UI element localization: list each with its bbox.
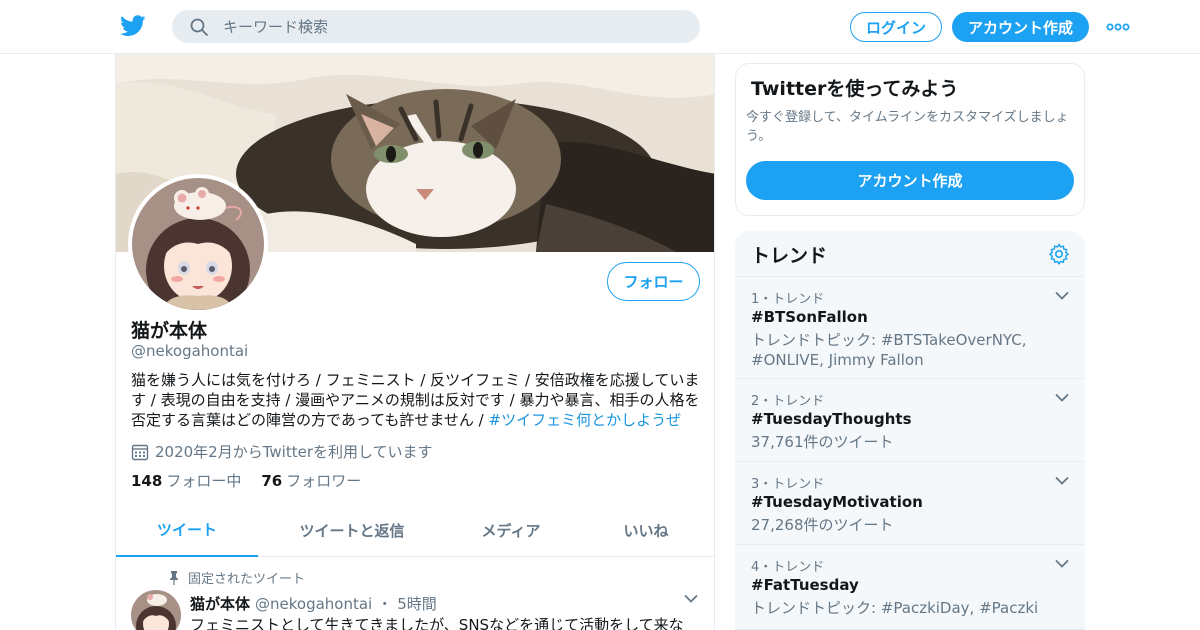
joined-text: 2020年2月からTwitterを利用しています: [155, 443, 433, 461]
chevron-down-icon[interactable]: [1055, 393, 1069, 403]
tweet-text: フェミニストとして生きてきましたが、SNSなどを通じて活動をして来な: [190, 616, 684, 630]
tweet-author-name[interactable]: 猫が本体: [190, 593, 250, 614]
profile-column: フォロー 猫が本体 @nekogahontai 猫を嫌う人には気を付けろ / フ…: [115, 54, 715, 630]
tweet-separator: ・: [377, 595, 393, 613]
profile-handle[interactable]: @nekogahontai: [131, 342, 248, 360]
tweet-header: 猫が本体 @nekogahontai ・ 5時間: [190, 593, 437, 614]
trends-title: トレンド: [751, 245, 828, 267]
profile-tabs: ツイート ツイートと返信 メディア いいね: [116, 504, 714, 557]
following-stat[interactable]: 148 フォロー中: [131, 470, 241, 491]
trend-item[interactable]: 2・トレンド #TuesdayThoughts 37,761件のツイート: [735, 379, 1085, 462]
signup-button[interactable]: アカウント作成: [952, 12, 1089, 42]
signup-card-description: 今すぐ登録して、タイムラインをカスタマイズしましょう。: [746, 110, 1069, 144]
tweet-time[interactable]: 5時間: [397, 593, 437, 614]
tweet-author-handle[interactable]: @nekogahontai: [255, 595, 372, 613]
trend-meta: 1・トレンド: [751, 292, 825, 307]
follow-button[interactable]: フォロー: [607, 262, 700, 301]
calendar-icon: [131, 444, 149, 460]
trends-panel: トレンド 1・トレンド #BTSonFallon トレンドトピック: #BTST…: [735, 231, 1085, 630]
trend-name: #BTSonFallon: [751, 308, 868, 326]
profile-bio: 猫を嫌う人には気を付けろ / フェミニスト / 反ツイフェミ / 安倍政権を応援…: [131, 370, 701, 430]
profile-stats: 148 フォロー中 76 フォロワー: [131, 470, 361, 491]
tab-likes[interactable]: いいね: [576, 504, 714, 557]
pin-icon: [170, 570, 178, 585]
top-navigation-bar: ログイン アカウント作成: [0, 0, 1200, 54]
signup-card: Twitterを使ってみよう 今すぐ登録して、タイムラインをカスタマイズしましょ…: [735, 63, 1085, 216]
trend-meta: 2・トレンド: [751, 394, 825, 409]
trends-header: トレンド: [735, 231, 1085, 277]
gear-icon[interactable]: [1048, 243, 1070, 265]
followers-label: フォロワー: [286, 472, 362, 490]
pinned-text: 固定されたツイート: [188, 572, 306, 587]
chevron-down-icon[interactable]: [1055, 559, 1069, 569]
chevron-down-icon[interactable]: [684, 594, 698, 604]
trend-item[interactable]: 3・トレンド #TuesdayMotivation 27,268件のツイート: [735, 462, 1085, 545]
tweet-avatar[interactable]: [131, 590, 181, 630]
profile-avatar[interactable]: [128, 174, 268, 314]
trend-meta: 3・トレンド: [751, 477, 825, 492]
trend-item[interactable]: 4・トレンド #FatTuesday トレンドトピック: #PaczkiDay,…: [735, 545, 1085, 630]
chevron-down-icon[interactable]: [1055, 291, 1069, 301]
tab-media[interactable]: メディア: [446, 504, 576, 557]
signup-card-button[interactable]: アカウント作成: [746, 161, 1074, 200]
signup-card-title: Twitterを使ってみよう: [751, 78, 959, 100]
trend-name: #TuesdayMotivation: [751, 493, 923, 511]
bio-hashtag-link[interactable]: #ツイフェミ何とかしようぜ: [489, 411, 682, 429]
login-button[interactable]: ログイン: [850, 12, 942, 42]
search-bar[interactable]: [172, 10, 700, 43]
following-label: フォロー中: [166, 472, 242, 490]
following-count: 148: [131, 472, 163, 490]
tab-tweets-and-replies[interactable]: ツイートと返信: [258, 504, 446, 557]
trend-name: #FatTuesday: [751, 576, 859, 594]
chevron-down-icon[interactable]: [1055, 476, 1069, 486]
search-input[interactable]: [223, 16, 663, 38]
trend-description: 37,761件のツイート: [751, 433, 894, 451]
more-dots-icon[interactable]: [1106, 18, 1130, 36]
twitter-bird-icon[interactable]: [120, 14, 146, 38]
followers-count: 76: [261, 472, 283, 490]
trend-description: トレンドトピック: #PaczkiDay, #Paczki: [751, 599, 1039, 617]
pinned-tweet-label: 固定されたツイート: [168, 568, 305, 587]
followers-stat[interactable]: 76 フォロワー: [261, 470, 361, 491]
joined-date: 2020年2月からTwitterを利用しています: [131, 441, 433, 462]
trend-description: 27,268件のツイート: [751, 516, 894, 534]
search-icon: [190, 18, 208, 36]
trend-meta: 4・トレンド: [751, 560, 825, 575]
trend-name: #TuesdayThoughts: [751, 410, 912, 428]
tab-tweets[interactable]: ツイート: [116, 504, 258, 557]
trend-description: トレンドトピック: #BTSTakeOverNYC, #ONLIVE, Jimm…: [751, 331, 1027, 369]
profile-name: 猫が本体: [131, 320, 208, 342]
trend-item[interactable]: 1・トレンド #BTSonFallon トレンドトピック: #BTSTakeOv…: [735, 277, 1085, 379]
